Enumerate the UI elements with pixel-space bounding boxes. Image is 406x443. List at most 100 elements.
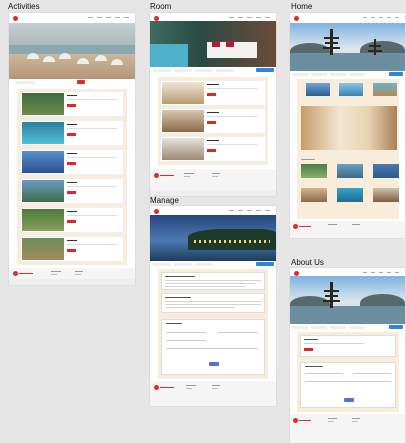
email-input[interactable] [353,373,391,374]
room-list [158,77,268,165]
gallery-thumbnail[interactable] [337,164,363,178]
nav-links [229,209,270,211]
activity-card[interactable] [20,91,124,117]
nav-link[interactable] [363,17,367,18]
checkout-input[interactable] [174,263,192,266]
name-input[interactable] [166,332,206,333]
room-card[interactable] [160,136,266,162]
book-button[interactable] [67,191,76,194]
search-button[interactable] [256,68,274,72]
gallery-thumbnail[interactable] [301,164,327,178]
hero-temple-image [290,23,405,71]
nav-link[interactable] [387,272,391,273]
hero-room-image [150,21,276,67]
nav-link[interactable] [238,210,243,211]
footer [290,221,405,238]
rooms-select[interactable] [349,73,365,76]
nav-link[interactable] [371,17,375,18]
room-card[interactable] [160,80,266,106]
nav-link[interactable] [124,17,129,18]
checkout-input[interactable] [311,73,327,76]
search-input[interactable] [15,81,35,84]
guests-select[interactable] [330,326,346,329]
nav-link[interactable] [238,17,243,18]
activities-list [17,89,127,265]
name-input[interactable] [305,373,343,374]
activity-card[interactable] [20,149,124,175]
manage-content [158,269,268,379]
nav-link[interactable] [97,17,102,18]
section-title-room: Room [150,2,172,11]
book-button[interactable] [67,104,76,107]
featured-room-image[interactable] [301,106,397,150]
nav-link[interactable] [363,272,367,273]
activity-card[interactable] [20,178,124,204]
nav-link[interactable] [256,210,261,211]
submit-button[interactable] [209,362,219,366]
learn-more-button[interactable] [304,348,313,351]
nav-link[interactable] [88,17,93,18]
book-button[interactable] [207,121,216,124]
nav-link[interactable] [265,210,270,211]
gallery-thumbnail[interactable] [373,164,399,178]
checkin-input[interactable] [292,326,308,329]
search-button[interactable] [389,325,403,329]
rooms-select[interactable] [216,69,234,72]
book-button[interactable] [207,93,216,96]
search-button[interactable] [389,72,403,76]
nav-link[interactable] [265,17,270,18]
checkout-input[interactable] [174,69,192,72]
book-button[interactable] [67,220,76,223]
nav-link[interactable] [395,17,399,18]
featured-thumbnail[interactable] [339,83,363,96]
message-input[interactable] [305,381,391,382]
guests-select[interactable] [195,69,213,72]
nav-link[interactable] [379,272,383,273]
footer [150,381,276,406]
activity-card[interactable] [20,120,124,146]
email-input[interactable] [218,332,258,333]
nav-link[interactable] [387,17,391,18]
checkin-input[interactable] [153,69,171,72]
nav-link[interactable] [256,17,261,18]
nav-link[interactable] [247,17,252,18]
footer [9,268,135,285]
booking-info-box [161,272,265,290]
brand-logo-icon[interactable] [154,209,159,214]
gallery-thumbnail[interactable] [301,188,327,202]
checkin-input[interactable] [292,73,308,76]
book-button[interactable] [67,133,76,136]
gallery-thumbnail[interactable] [373,188,399,202]
submit-button[interactable] [344,398,354,402]
nav-link[interactable] [115,17,120,18]
nav-link[interactable] [106,17,111,18]
book-button[interactable] [67,162,76,165]
nav-link[interactable] [247,210,252,211]
activity-card[interactable] [20,236,124,262]
checkout-input[interactable] [311,326,327,329]
rooms-select[interactable] [349,326,365,329]
brand-logo-icon[interactable] [13,16,18,21]
nav-link[interactable] [395,272,399,273]
search-button[interactable] [256,262,274,266]
book-button[interactable] [207,149,216,152]
nav-link[interactable] [229,210,234,211]
hero-beach-image [9,23,135,79]
nav-link[interactable] [371,272,375,273]
checkin-input[interactable] [153,263,171,266]
nav-link[interactable] [229,17,234,18]
gallery-thumbnail[interactable] [337,188,363,202]
room-card[interactable] [160,108,266,134]
phone-input[interactable] [166,340,206,341]
nav-link[interactable] [379,17,383,18]
featured-thumbnail[interactable] [373,83,397,96]
book-button[interactable] [67,249,76,252]
search-button[interactable] [77,80,85,84]
featured-thumbnail[interactable] [306,83,330,96]
guests-select[interactable] [330,73,346,76]
brand-logo-icon[interactable] [294,16,299,21]
message-input[interactable] [166,348,258,349]
activity-card[interactable] [20,207,124,233]
search-bar [150,261,276,268]
guests-select[interactable] [195,263,213,266]
